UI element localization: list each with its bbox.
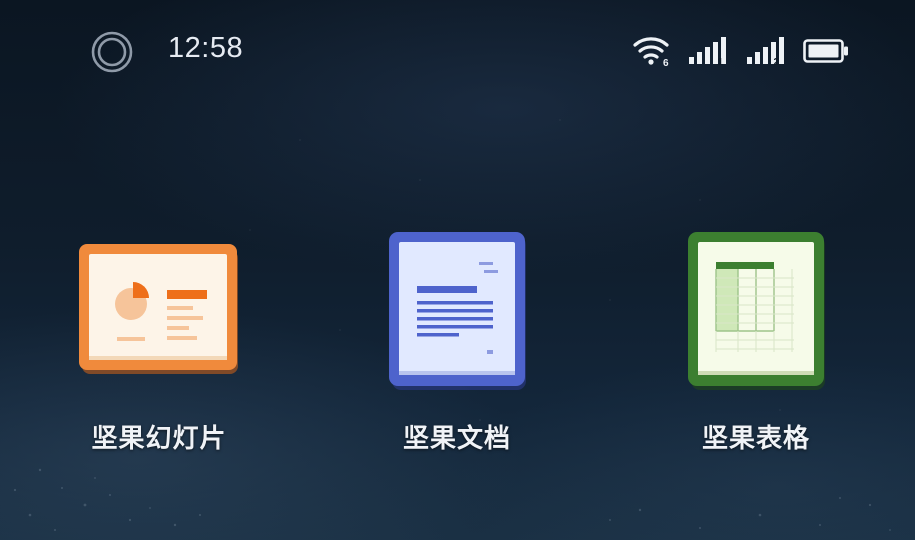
wifi-icon: 6 — [633, 35, 673, 67]
wifi-badge: 6 — [663, 58, 669, 67]
app-document[interactable]: 坚果文档 — [357, 220, 557, 470]
app-presentation[interactable]: 坚果幻灯片 — [59, 220, 259, 470]
app-label: 坚果表格 — [701, 424, 810, 454]
status-clock: 12:58 — [168, 32, 244, 64]
signal-icon-sim1: 1 — [687, 35, 731, 67]
presentation-app-icon — [79, 242, 241, 384]
document-app-icon — [389, 230, 529, 394]
status-bar: 12:58 6 1 2 — [0, 0, 915, 104]
mode-ring-icon — [90, 30, 134, 74]
app-spreadsheet[interactable]: 坚果表格 — [656, 220, 856, 470]
spreadsheet-app-icon — [688, 230, 828, 394]
app-label: 坚果幻灯片 — [91, 424, 227, 454]
sim1-badge: 1 — [718, 57, 724, 67]
sim2-badge: 2 — [774, 57, 780, 67]
signal-icon-sim2: 2 — [745, 35, 789, 67]
app-label: 坚果文档 — [402, 424, 511, 454]
status-icons: 6 1 2 — [633, 34, 849, 68]
battery-icon — [803, 38, 849, 64]
app-grid: 坚果幻灯片 坚果文档 坚果表格 — [0, 220, 915, 470]
